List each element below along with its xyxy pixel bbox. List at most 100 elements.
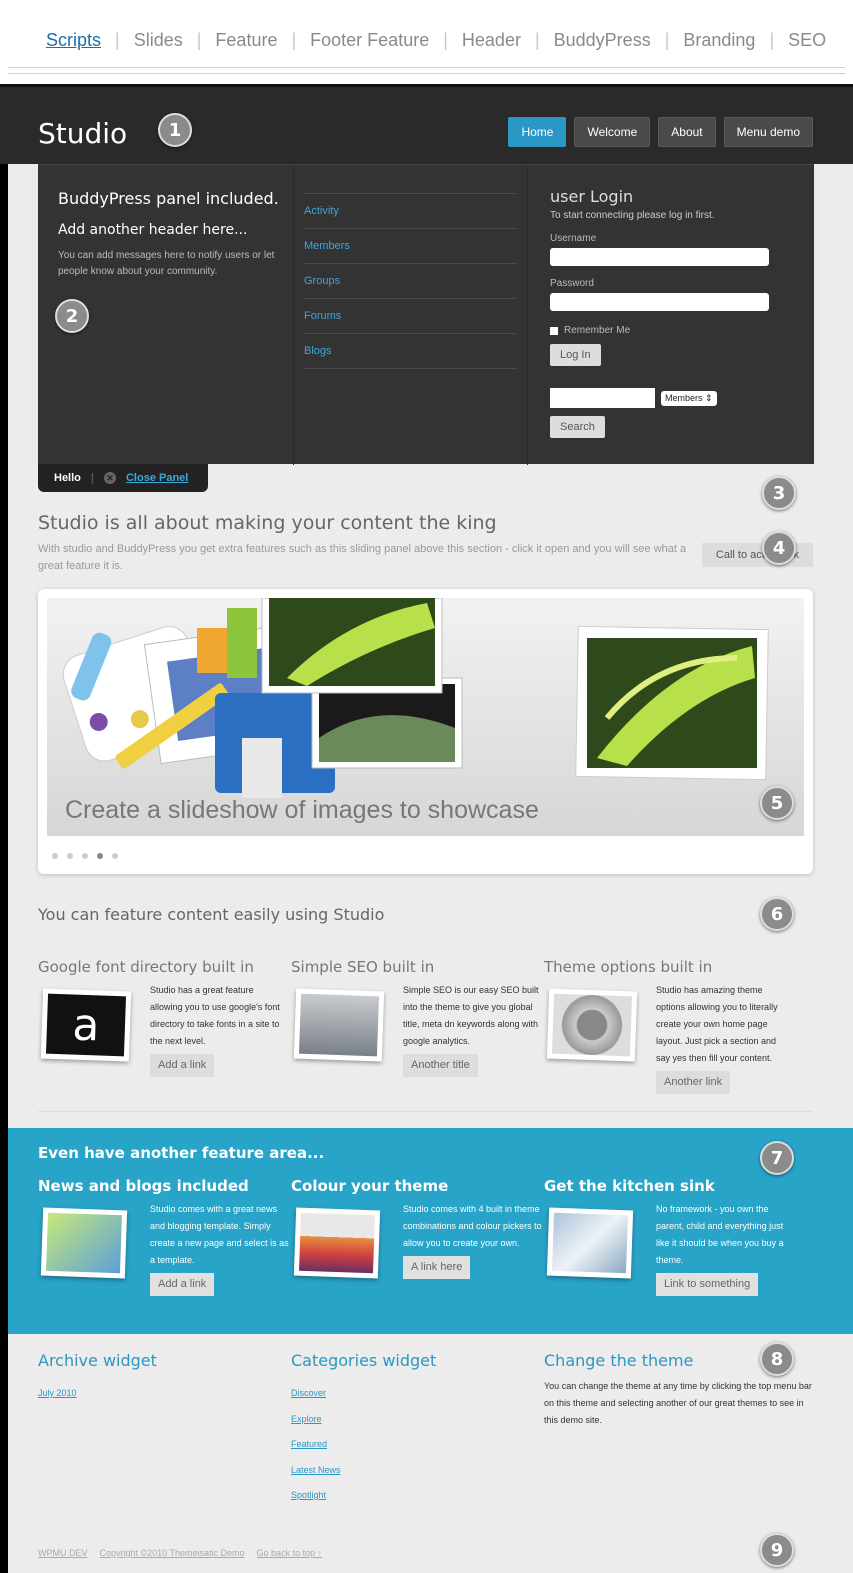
nav-about[interactable]: About [658, 117, 716, 147]
panel-text: You can add messages here to notify user… [58, 250, 275, 277]
category-link-explore[interactable]: Explore [291, 1414, 341, 1440]
search-input[interactable] [550, 388, 655, 408]
hello-label: Hello [54, 472, 81, 484]
feature-item: Simple SEO built in Simple SEO is our ea… [291, 958, 541, 1077]
tab-divider: | [90, 472, 94, 484]
category-link-featured[interactable]: Featured [291, 1439, 341, 1465]
tab-seo[interactable]: SEO [788, 30, 826, 51]
panel-link-forums[interactable]: Forums [304, 299, 517, 334]
category-link-spotlight[interactable]: Spotlight [291, 1490, 341, 1516]
category-link-latest-news[interactable]: Latest News [291, 1465, 341, 1491]
keys-icon [552, 1212, 628, 1274]
feature-title: Google font directory built in [38, 958, 254, 976]
feature-title: News and blogs included [38, 1177, 249, 1195]
close-panel-link[interactable]: Close Panel [126, 472, 188, 484]
slide-dot[interactable] [67, 853, 73, 859]
divider [8, 73, 845, 74]
intro-title: Studio is all about making your content … [38, 512, 497, 534]
feature-title: Colour your theme [291, 1177, 449, 1195]
slide-dot[interactable] [52, 853, 58, 859]
toolbox-icon [298, 993, 380, 1057]
slide-dot[interactable] [112, 853, 118, 859]
footer-copyright: WPMU DEV Copyright ©2010 Themeisatic Dem… [38, 1548, 322, 1558]
change-theme-title: Change the theme [544, 1351, 694, 1370]
tab-feature[interactable]: Feature [215, 30, 277, 51]
slide-dot[interactable] [82, 853, 88, 859]
callout-badge-1: 1 [158, 113, 192, 147]
feature-title: Simple SEO built in [291, 958, 435, 976]
demo-tab-bar: Scripts | Slides | Feature | Footer Feat… [0, 0, 853, 88]
panel-link-members[interactable]: Members [304, 229, 517, 264]
font-icon: a [45, 993, 127, 1057]
divider [38, 1111, 813, 1112]
intro-text: With studio and BuddyPress you get extra… [38, 543, 687, 572]
feature-title: Get the kitchen sink [544, 1177, 715, 1195]
remember-me: Remember Me [550, 325, 772, 336]
back-to-top-link[interactable]: Go back to top ↑ [257, 1548, 323, 1558]
tab-separator: | [291, 30, 297, 50]
add-link-button[interactable]: Add a link [150, 1273, 215, 1296]
tab-separator: | [196, 30, 202, 50]
username-input[interactable] [550, 248, 769, 266]
callout-badge-9: 9 [760, 1533, 794, 1567]
username-label: Username [550, 233, 597, 244]
password-input[interactable] [550, 293, 769, 311]
archive-link[interactable]: July 2010 [38, 1388, 77, 1414]
footer-link-wpmudev[interactable]: WPMU DEV [38, 1548, 88, 1558]
tab-buddypress[interactable]: BuddyPress [554, 30, 651, 51]
tab-scripts[interactable]: Scripts [46, 30, 101, 51]
slide-pagination [52, 853, 118, 859]
change-theme-text: You can change the theme at any time by … [544, 1381, 812, 1425]
site-logo[interactable]: Studio [38, 117, 127, 150]
tab-separator: | [769, 30, 775, 50]
archive-links: July 2010 [38, 1388, 77, 1414]
feature-item: Theme options built in Studio has amazin… [544, 958, 794, 1094]
left-edge [0, 84, 8, 1573]
footer-feature-item: Colour your theme Studio comes with 4 bu… [291, 1177, 542, 1279]
tab-separator: | [664, 30, 670, 50]
slide-image[interactable]: Create a slideshow of images to showcase [47, 598, 804, 836]
tab-branding[interactable]: Branding [683, 30, 755, 51]
footer-feature-item: Get the kitchen sink No framework - you … [544, 1177, 794, 1296]
link-to-something-button[interactable]: Link to something [656, 1273, 759, 1296]
search-select[interactable]: Members ⇕ [661, 390, 717, 406]
nav-welcome[interactable]: Welcome [574, 117, 651, 147]
panel-link-blogs[interactable]: Blogs [304, 334, 517, 369]
another-title-button[interactable]: Another title [403, 1054, 478, 1077]
login-form: user Login To start connecting please lo… [550, 187, 772, 438]
archive-widget-title: Archive widget [38, 1351, 157, 1370]
notepad-icon [46, 1212, 122, 1274]
call-to-action-button[interactable]: Call to action link [702, 543, 813, 567]
remember-checkbox[interactable] [550, 326, 558, 335]
main-nav: Home Welcome About Menu demo [508, 117, 813, 147]
login-button[interactable]: Log In [550, 344, 601, 366]
divider [8, 67, 845, 68]
panel-title: BuddyPress panel included. [58, 189, 279, 208]
close-icon[interactable]: ✕ [103, 472, 116, 484]
nav-home[interactable]: Home [508, 117, 567, 147]
footer-copyright-text[interactable]: Copyright ©2010 Themeisatic Demo [100, 1548, 245, 1558]
features-title: You can feature content easily using Stu… [38, 905, 385, 924]
panel-link-groups[interactable]: Groups [304, 264, 517, 299]
tab-header[interactable]: Header [462, 30, 521, 51]
footer-feature-title: Even have another feature area... [38, 1144, 325, 1162]
tab-footer-feature[interactable]: Footer Feature [310, 30, 429, 51]
panel-subtitle: Add another header here... [58, 222, 248, 238]
gear-icon [551, 993, 633, 1057]
search-button[interactable]: Search [550, 416, 605, 438]
add-link-button[interactable]: Add a link [150, 1054, 215, 1077]
another-link-button[interactable]: Another link [656, 1071, 731, 1094]
tab-separator: | [534, 30, 540, 50]
categories-links: Discover Explore Featured Latest News Sp… [291, 1388, 341, 1516]
demo-tabs: Scripts | Slides | Feature | Footer Feat… [46, 30, 826, 51]
category-link-discover[interactable]: Discover [291, 1388, 341, 1414]
feature-item: Google font directory built in a Studio … [38, 958, 288, 1077]
tab-slides[interactable]: Slides [134, 30, 183, 51]
panel-link-activity[interactable]: Activity [304, 193, 517, 229]
a-link-here-button[interactable]: A link here [403, 1256, 471, 1279]
slide-dot-active[interactable] [97, 853, 103, 859]
tab-separator: | [443, 30, 448, 50]
tab-separator: | [115, 30, 120, 50]
nav-menu-demo[interactable]: Menu demo [723, 117, 813, 147]
settings-thumbnail [546, 988, 638, 1062]
